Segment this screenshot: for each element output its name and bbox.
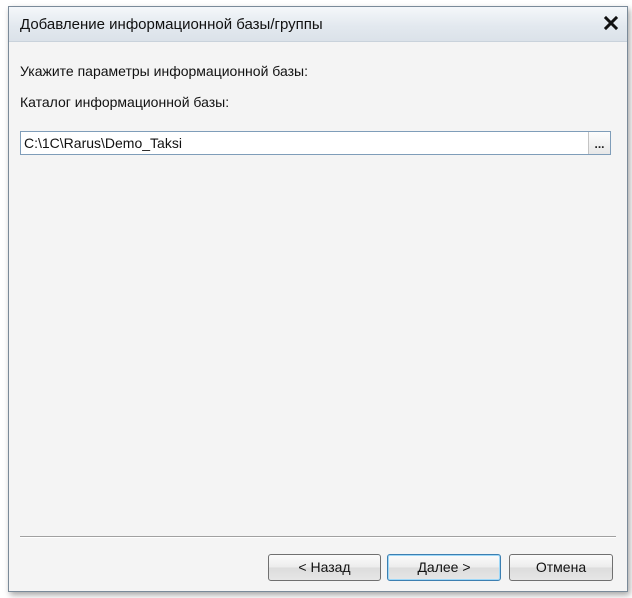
next-button[interactable]: Далее >	[387, 554, 501, 581]
catalog-label: Каталог информационной базы:	[20, 94, 230, 110]
catalog-path-input[interactable]	[21, 132, 587, 154]
cancel-button[interactable]: Отмена	[509, 554, 613, 581]
dialog-content: Укажите параметры информационной базы: К…	[9, 42, 627, 591]
back-button[interactable]: < Назад	[268, 554, 381, 581]
browse-button[interactable]: ...	[588, 132, 610, 154]
dialog-title: Добавление информационной базы/группы	[20, 16, 323, 33]
catalog-path-field: ...	[20, 131, 611, 155]
close-icon[interactable]	[601, 13, 621, 33]
add-infobase-dialog: Добавление информационной базы/группы Ук…	[8, 6, 628, 592]
button-divider	[20, 536, 616, 538]
instruction-label: Укажите параметры информационной базы:	[20, 63, 308, 79]
title-bar[interactable]: Добавление информационной базы/группы	[9, 7, 627, 42]
